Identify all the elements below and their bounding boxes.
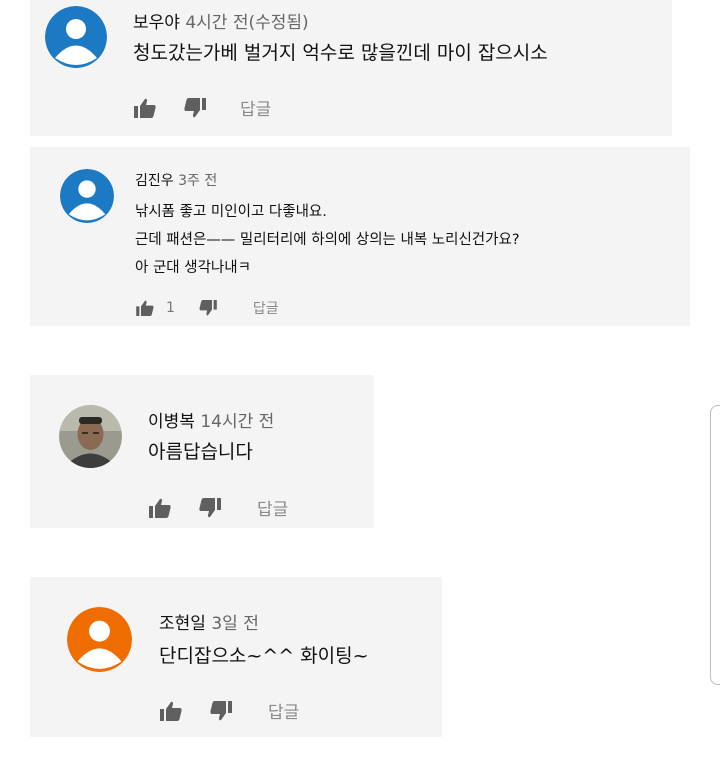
profile-photo-icon bbox=[59, 405, 122, 468]
like-count: 1 bbox=[166, 300, 175, 316]
comment-text: 아름답습니다 bbox=[148, 439, 253, 467]
comment-text: 낚시폼 좋고 미인이고 다좋내요. 근데 패션은—— 밀리터리에 하의에 상의는… bbox=[135, 198, 520, 282]
reply-button[interactable]: 답글 bbox=[268, 698, 299, 723]
comment-header: 보우야 4시간 전(수정됨) bbox=[133, 8, 309, 33]
thumbs-down-icon[interactable] bbox=[210, 700, 232, 721]
thumbs-up-icon[interactable] bbox=[160, 701, 182, 721]
reply-button[interactable]: 답글 bbox=[253, 298, 279, 318]
comment-line: 단디잡으소~^^ 화이팅~ bbox=[159, 645, 369, 667]
author-name[interactable]: 이병복 bbox=[148, 412, 195, 432]
thumbs-up-icon[interactable] bbox=[149, 498, 171, 518]
avatar[interactable] bbox=[67, 607, 132, 672]
thumbs-down-icon[interactable] bbox=[199, 497, 221, 518]
action-bar: 1 답글 bbox=[136, 298, 279, 318]
avatar[interactable] bbox=[45, 6, 107, 68]
comment-card: 조현일 3일 전 단디잡으소~^^ 화이팅~ 답글 bbox=[30, 577, 442, 737]
default-avatar-icon bbox=[45, 6, 107, 68]
comment-text: 단디잡으소~^^ 화이팅~ bbox=[159, 643, 369, 671]
thumbs-up-icon[interactable] bbox=[134, 98, 156, 118]
default-avatar-icon bbox=[67, 607, 132, 672]
comment-card: 김진우 3주 전 낚시폼 좋고 미인이고 다좋내요. 근데 패션은—— 밀리터리… bbox=[30, 147, 690, 326]
thumbs-down-icon[interactable] bbox=[199, 300, 217, 316]
avatar[interactable] bbox=[59, 405, 122, 468]
comment-header: 김진우 3주 전 bbox=[135, 170, 217, 190]
comment-line: 청도갔는가베 벌거지 억수로 많을낀데 마이 잡으시소 bbox=[133, 42, 548, 64]
comment-line: 근데 패션은—— 밀리터리에 하의에 상의는 내복 노리신건가요? bbox=[135, 232, 520, 248]
comment-header: 조현일 3일 전 bbox=[159, 609, 259, 634]
side-panel bbox=[710, 405, 720, 685]
comment-line: 아름답습니다 bbox=[148, 441, 253, 463]
reply-button[interactable]: 답글 bbox=[240, 95, 271, 120]
thumbs-up-icon[interactable] bbox=[136, 300, 154, 316]
comment-line: 아 군대 생각나내ㅋ bbox=[135, 260, 251, 276]
action-bar: 답글 bbox=[149, 495, 288, 520]
author-name[interactable]: 김진우 bbox=[135, 173, 174, 189]
comment-time[interactable]: 3주 전 bbox=[178, 173, 217, 189]
comment-line: 낚시폼 좋고 미인이고 다좋내요. bbox=[135, 204, 327, 220]
comment-time[interactable]: 3일 전 bbox=[211, 614, 259, 634]
default-avatar-icon bbox=[60, 169, 114, 223]
comment-text: 청도갔는가베 벌거지 억수로 많을낀데 마이 잡으시소 bbox=[133, 40, 548, 68]
action-bar: 답글 bbox=[134, 95, 271, 120]
comment-card: 이병복 14시간 전 아름답습니다 답글 bbox=[30, 375, 374, 528]
avatar[interactable] bbox=[60, 169, 114, 223]
comment-card: 보우야 4시간 전(수정됨) 청도갔는가베 벌거지 억수로 많을낀데 마이 잡으… bbox=[30, 0, 672, 136]
author-name[interactable]: 보우야 bbox=[133, 13, 180, 33]
comment-time[interactable]: 14시간 전 bbox=[200, 412, 274, 432]
reply-button[interactable]: 답글 bbox=[257, 495, 288, 520]
comment-header: 이병복 14시간 전 bbox=[148, 407, 274, 432]
author-name[interactable]: 조현일 bbox=[159, 614, 206, 634]
action-bar: 답글 bbox=[160, 698, 299, 723]
thumbs-down-icon[interactable] bbox=[184, 97, 206, 118]
comment-time[interactable]: 4시간 전(수정됨) bbox=[185, 13, 308, 33]
